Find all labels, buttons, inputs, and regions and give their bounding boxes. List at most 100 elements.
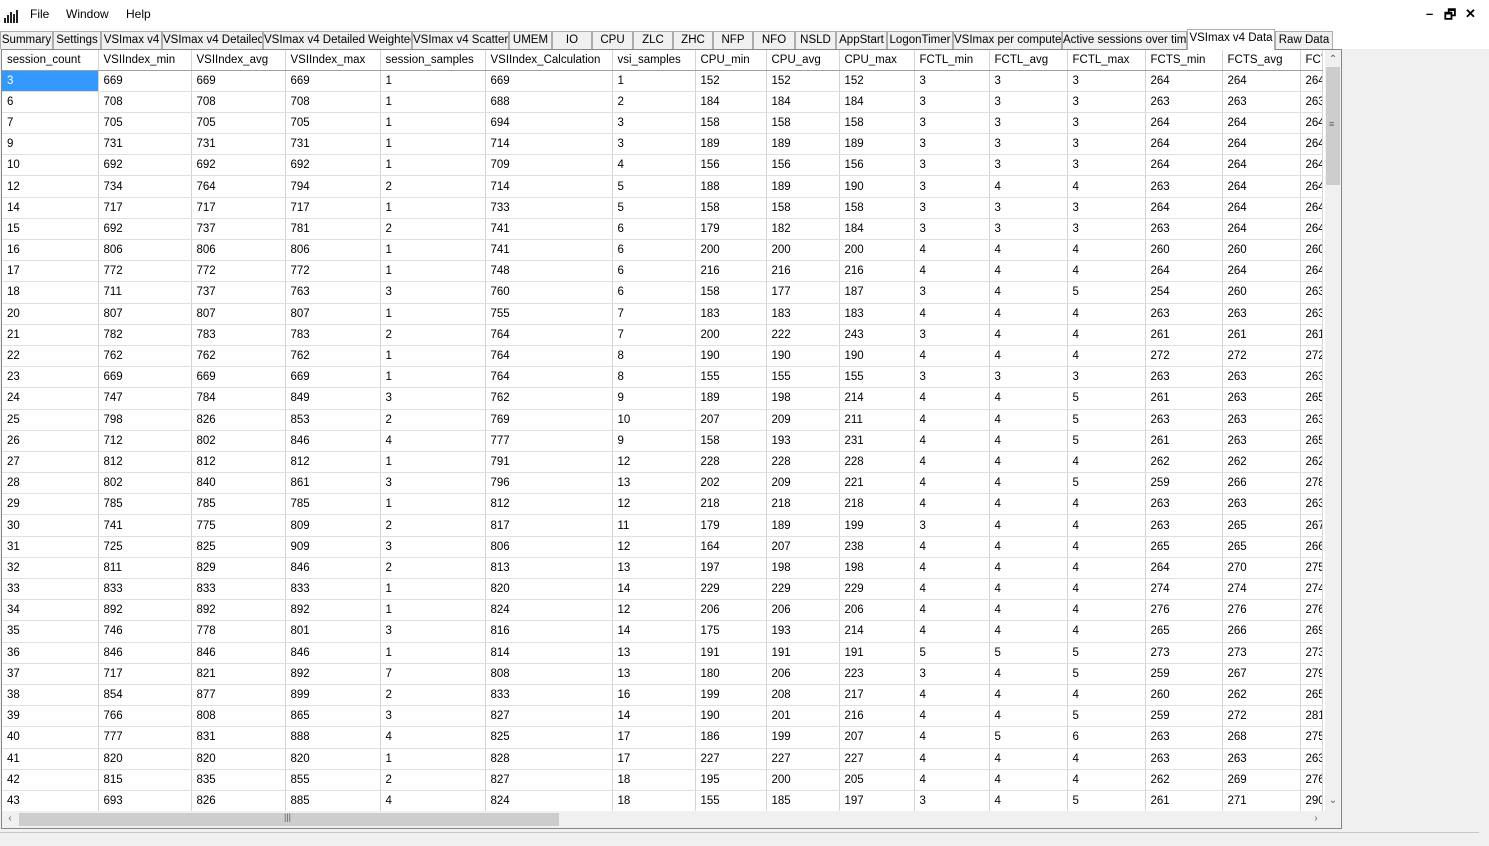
table-cell[interactable]: 206 xyxy=(695,599,767,622)
table-cell[interactable]: 222 xyxy=(766,324,840,346)
table-cell[interactable]: 182 xyxy=(766,218,840,241)
table-cell[interactable]: 164 xyxy=(695,536,767,558)
table-cell[interactable]: 4 xyxy=(914,705,990,728)
table-cell[interactable]: 276 xyxy=(1300,599,1323,622)
table-cell[interactable]: 815 xyxy=(98,769,192,791)
table-row[interactable]: 2080780780717557183183183444263263263 xyxy=(2,303,1323,325)
table-cell[interactable]: 3 xyxy=(1067,70,1146,92)
table-cell[interactable]: 263 xyxy=(1222,366,1301,389)
table-row[interactable]: 33833833833182014229229229444274274274 xyxy=(2,578,1323,601)
table-cell[interactable]: 265 xyxy=(1300,684,1323,707)
table-cell[interactable]: 14 xyxy=(2,197,99,219)
table-cell[interactable]: 227 xyxy=(695,748,767,770)
table-cell[interactable]: 218 xyxy=(839,493,915,516)
table-cell[interactable]: 3 xyxy=(989,91,1068,113)
table-cell[interactable]: 1 xyxy=(380,260,486,283)
table-cell[interactable]: 755 xyxy=(485,303,613,325)
table-cell[interactable]: 3 xyxy=(914,175,990,198)
table-cell[interactable]: 38 xyxy=(2,684,99,707)
table-cell[interactable]: 32 xyxy=(2,557,99,580)
table-cell[interactable]: 206 xyxy=(766,663,840,685)
table-cell[interactable]: 3 xyxy=(914,514,990,537)
table-cell[interactable]: 229 xyxy=(766,578,840,601)
table-cell[interactable]: 17 xyxy=(612,748,696,770)
table-cell[interactable]: 208 xyxy=(766,684,840,707)
table-cell[interactable]: 762 xyxy=(191,345,286,368)
table-cell[interactable]: 180 xyxy=(695,663,767,685)
table-cell[interactable]: 827 xyxy=(485,769,613,791)
table-cell[interactable]: 271 xyxy=(1222,790,1301,811)
table-cell[interactable]: 9 xyxy=(2,133,99,156)
table-cell[interactable]: 264 xyxy=(1145,260,1223,283)
table-cell[interactable]: 826 xyxy=(191,409,286,431)
table-cell[interactable]: 263 xyxy=(1300,91,1323,113)
table-cell[interactable]: 794 xyxy=(285,175,381,198)
table-cell[interactable]: 254 xyxy=(1145,281,1223,304)
table-cell[interactable]: 3 xyxy=(914,70,990,92)
table-cell[interactable]: 5 xyxy=(1067,409,1146,431)
table-row[interactable]: 27812812812179112228228228444262262262 xyxy=(2,451,1323,474)
table-cell[interactable]: 4 xyxy=(380,430,486,452)
table-cell[interactable]: 264 xyxy=(1222,197,1301,219)
table-cell[interactable]: 207 xyxy=(766,536,840,558)
table-cell[interactable]: 279 xyxy=(1300,663,1323,685)
table-cell[interactable]: 5 xyxy=(1067,790,1146,811)
table-cell[interactable]: 158 xyxy=(839,197,915,219)
table-cell[interactable]: 5 xyxy=(612,197,696,219)
table-cell[interactable]: 264 xyxy=(1222,175,1301,198)
table-row[interactable]: 2178278378327647200222243344261261261 xyxy=(2,324,1323,346)
table-cell[interactable]: 214 xyxy=(839,620,915,643)
table-row[interactable]: 2474778484937629189198214445261263265 xyxy=(2,387,1323,410)
table-cell[interactable]: 228 xyxy=(839,451,915,474)
table-cell[interactable]: 892 xyxy=(98,599,192,622)
menu-file[interactable]: File xyxy=(30,7,49,21)
table-cell[interactable]: 1 xyxy=(380,493,486,516)
tab-zhc[interactable]: ZHC xyxy=(673,31,713,49)
table-cell[interactable]: 9 xyxy=(612,430,696,452)
table-cell[interactable]: 20 xyxy=(2,303,99,325)
table-cell[interactable]: 24 xyxy=(2,387,99,410)
table-cell[interactable]: 260 xyxy=(1145,239,1223,262)
tab-vsimax-v4[interactable]: VSImax v4 xyxy=(101,31,162,49)
table-cell[interactable]: 746 xyxy=(98,620,192,643)
table-cell[interactable]: 3 xyxy=(1067,218,1146,241)
table-cell[interactable]: 195 xyxy=(695,769,767,791)
table-cell[interactable]: 4 xyxy=(612,154,696,177)
table-cell[interactable]: 263 xyxy=(1222,748,1301,770)
table-cell[interactable]: 760 xyxy=(485,281,613,304)
table-cell[interactable]: 796 xyxy=(485,472,613,495)
table-cell[interactable]: 264 xyxy=(1145,70,1223,92)
table-cell[interactable]: 183 xyxy=(695,303,767,325)
table-cell[interactable]: 262 xyxy=(1300,451,1323,474)
table-cell[interactable]: 4 xyxy=(989,536,1068,558)
table-row[interactable]: 40777831888482517186199207456263268275 xyxy=(2,726,1323,749)
tab-cpu[interactable]: CPU xyxy=(592,31,633,49)
table-cell[interactable]: 888 xyxy=(285,726,381,749)
table-cell[interactable]: 12 xyxy=(612,451,696,474)
table-cell[interactable]: 156 xyxy=(839,154,915,177)
table-cell[interactable]: 817 xyxy=(485,514,613,537)
table-cell[interactable]: 4 xyxy=(914,387,990,410)
table-cell[interactable]: 186 xyxy=(695,726,767,749)
table-cell[interactable]: 4 xyxy=(914,748,990,770)
table-cell[interactable]: 807 xyxy=(285,303,381,325)
table-cell[interactable]: 18 xyxy=(612,769,696,791)
table-cell[interactable]: 191 xyxy=(766,642,840,664)
table-cell[interactable]: 1 xyxy=(380,303,486,325)
table-cell[interactable]: 259 xyxy=(1145,705,1223,728)
table-cell[interactable]: 10 xyxy=(2,154,99,177)
table-cell[interactable]: 7 xyxy=(2,112,99,135)
table-cell[interactable]: 4 xyxy=(989,748,1068,770)
table-cell[interactable]: 189 xyxy=(695,387,767,410)
table-cell[interactable]: 3 xyxy=(1067,197,1146,219)
table-cell[interactable]: 3 xyxy=(989,218,1068,241)
table-cell[interactable]: 865 xyxy=(285,705,381,728)
table-cell[interactable]: 1 xyxy=(380,197,486,219)
table-cell[interactable]: 853 xyxy=(285,409,381,431)
table-cell[interactable]: 3 xyxy=(914,324,990,346)
table-cell[interactable]: 12 xyxy=(2,175,99,198)
table-cell[interactable]: 158 xyxy=(766,112,840,135)
table-row[interactable]: 32811829846281313197198198444264270275 xyxy=(2,557,1323,580)
table-cell[interactable]: 828 xyxy=(485,748,613,770)
table-cell[interactable]: 5 xyxy=(1067,387,1146,410)
